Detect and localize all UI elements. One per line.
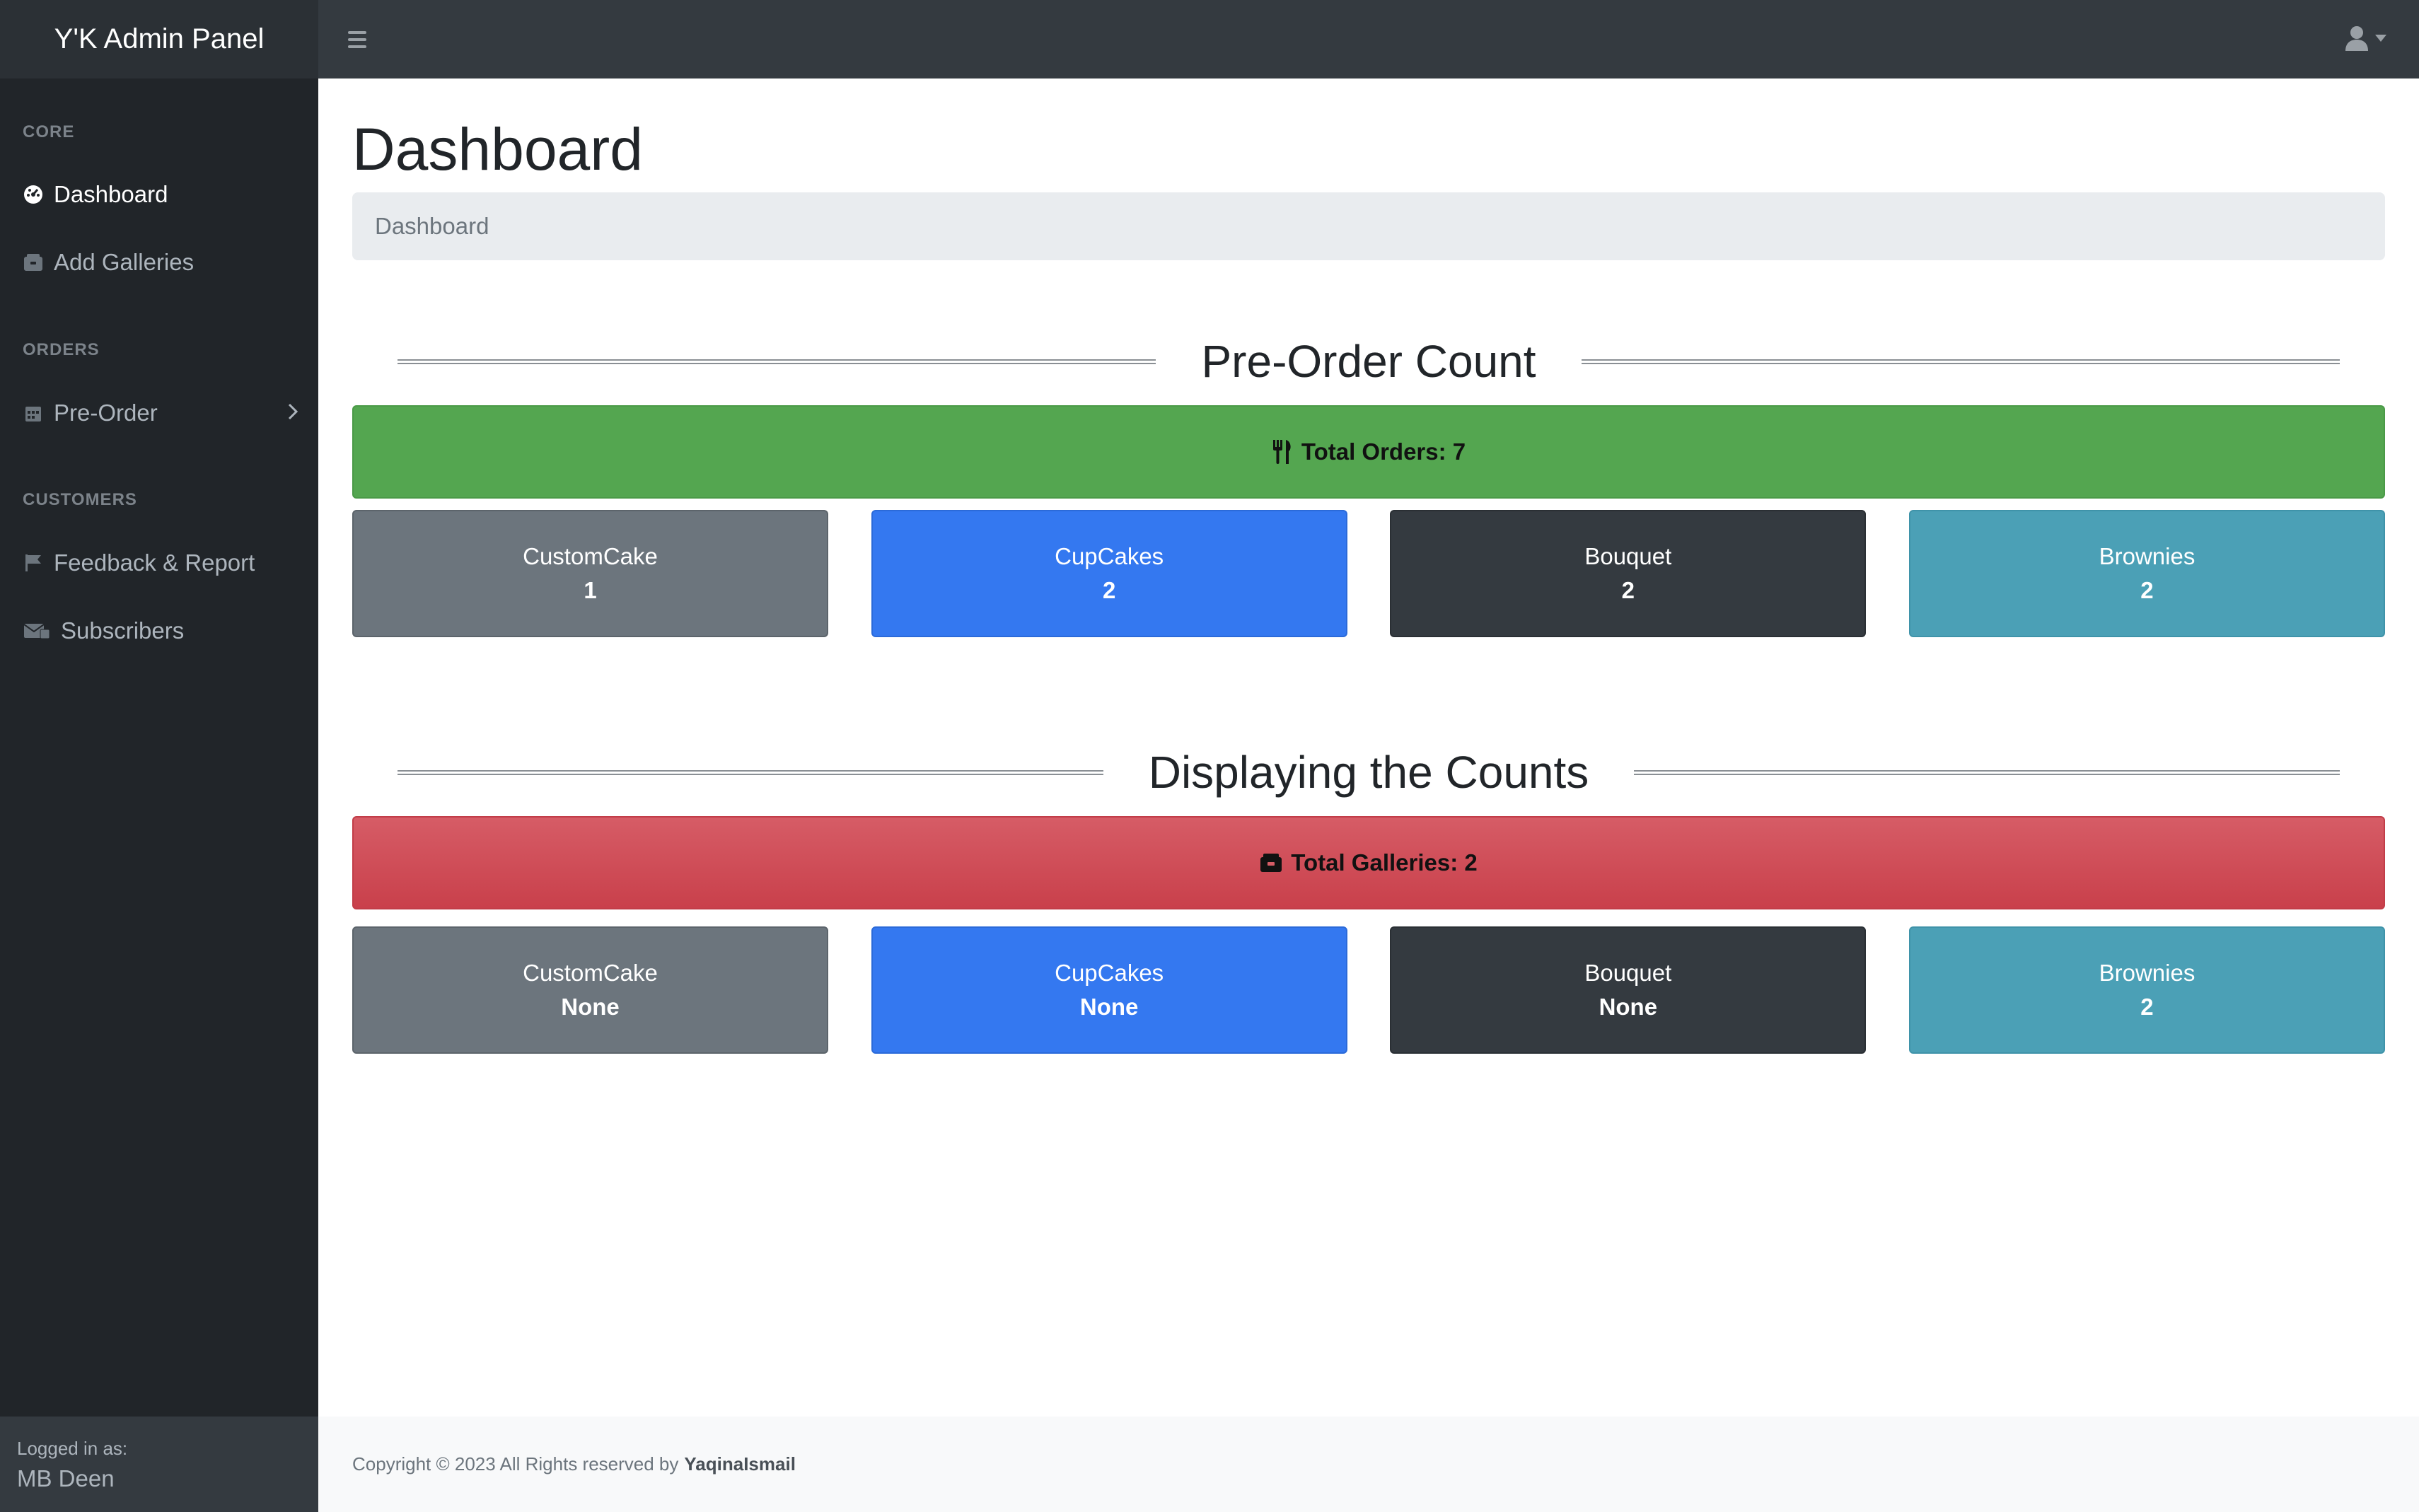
sidebar: CORE Dashboard Add Galleries ORDERS Pre-… <box>0 78 318 1512</box>
logged-in-label: Logged in as: <box>17 1438 128 1459</box>
sidebar-heading-orders: ORDERS <box>23 340 100 359</box>
gallery-card-bouquet: Bouquet None <box>1390 926 1867 1054</box>
preorder-section-header: Pre-Order Count <box>352 330 2385 393</box>
divider <box>1581 359 2340 364</box>
total-orders-label: Total Orders: 7 <box>1301 438 1466 465</box>
sidebar-item-label: Add Galleries <box>54 249 195 275</box>
card-title: Bouquet <box>1584 543 1672 569</box>
sidebar-item-add-galleries[interactable]: Add Galleries <box>23 241 298 284</box>
envelope-icon <box>23 620 51 641</box>
gallery-card-cupcakes: CupCakes None <box>871 926 1347 1054</box>
preorder-cards-row: CustomCake 1 CupCakes 2 Bouquet 2 Browni… <box>352 510 2385 637</box>
sidebar-item-feedback-report[interactable]: Feedback & Report <box>23 542 298 584</box>
total-galleries-banner: Total Galleries: 2 <box>352 816 2385 909</box>
sidebar-toggle-button[interactable] <box>348 25 376 54</box>
user-menu-dropdown[interactable] <box>2345 25 2386 51</box>
dashboard-icon <box>23 184 44 205</box>
divider <box>398 769 1103 775</box>
preorder-card-customcake: CustomCake 1 <box>352 510 828 637</box>
card-value: None <box>1599 994 1658 1020</box>
card-value: 2 <box>2140 577 2154 603</box>
gallery-icon <box>1260 854 1282 872</box>
card-value: 2 <box>2140 994 2154 1020</box>
galleries-section-header: Displaying the Counts <box>352 740 2385 804</box>
logged-in-user: MB Deen <box>17 1465 115 1491</box>
chevron-right-icon <box>287 400 298 426</box>
brand-title[interactable]: Y'K Admin Panel <box>54 23 265 55</box>
card-title: CustomCake <box>523 543 658 569</box>
sidebar-heading-core: CORE <box>23 122 75 141</box>
preorder-card-cupcakes: CupCakes 2 <box>871 510 1347 637</box>
copyright-author: YaqinaIsmail <box>684 1453 796 1475</box>
card-title: Brownies <box>2099 960 2195 986</box>
utensils-icon <box>1272 440 1291 464</box>
page-footer: Copyright © 2023 All Rights reserved by … <box>318 1417 2419 1512</box>
sidebar-item-label: Pre-Order <box>54 400 158 426</box>
gallery-icon <box>23 252 44 273</box>
user-icon <box>2345 26 2368 51</box>
sidebar-item-dashboard[interactable]: Dashboard <box>23 173 298 216</box>
preorder-card-brownies: Brownies 2 <box>1908 510 2385 637</box>
sidebar-item-subscribers[interactable]: Subscribers <box>23 610 298 652</box>
galleries-section-title: Displaying the Counts <box>1148 747 1589 798</box>
preorder-card-bouquet: Bouquet 2 <box>1390 510 1867 637</box>
gallery-card-brownies: Brownies 2 <box>1908 926 2385 1054</box>
sidebar-item-pre-order[interactable]: Pre-Order <box>23 392 298 434</box>
card-value: 2 <box>1621 577 1635 603</box>
main-content: Dashboard Dashboard Pre-Order Count Tota… <box>318 78 2419 1417</box>
card-title: Brownies <box>2099 543 2195 569</box>
caret-down-icon <box>2375 35 2386 42</box>
divider <box>1634 769 2340 775</box>
card-title: CustomCake <box>523 960 658 986</box>
gallery-card-customcake: CustomCake None <box>352 926 828 1054</box>
breadcrumb-item: Dashboard <box>375 213 489 239</box>
card-value: None <box>1079 994 1139 1020</box>
preorder-section-title: Pre-Order Count <box>1201 336 1536 387</box>
card-title: CupCakes <box>1055 960 1164 986</box>
copyright-text: Copyright © 2023 All Rights reserved by <box>352 1453 679 1475</box>
sidebar-item-label: Feedback & Report <box>54 549 255 576</box>
sidebar-heading-customers: CUSTOMERS <box>23 490 137 509</box>
card-value: None <box>561 994 620 1020</box>
breadcrumb: Dashboard <box>352 192 2385 260</box>
card-value: 2 <box>1102 577 1116 603</box>
hamburger-icon <box>348 30 366 34</box>
card-title: Bouquet <box>1584 960 1672 986</box>
galleries-cards-row: CustomCake None CupCakes None Bouquet No… <box>352 926 2385 1054</box>
sidebar-item-label: Dashboard <box>54 181 168 207</box>
divider <box>398 359 1156 364</box>
total-galleries-label: Total Galleries: 2 <box>1291 849 1478 876</box>
flag-icon <box>23 552 44 574</box>
card-title: CupCakes <box>1055 543 1164 569</box>
sidebar-item-label: Subscribers <box>61 617 185 644</box>
top-navbar: Y'K Admin Panel <box>0 0 2419 78</box>
card-value: 1 <box>584 577 597 603</box>
calendar-icon <box>23 402 44 424</box>
sidebar-footer: Logged in as: MB Deen <box>0 1417 318 1512</box>
brand-container: Y'K Admin Panel <box>0 0 318 78</box>
page-title: Dashboard <box>352 116 643 182</box>
total-orders-banner: Total Orders: 7 <box>352 405 2385 499</box>
